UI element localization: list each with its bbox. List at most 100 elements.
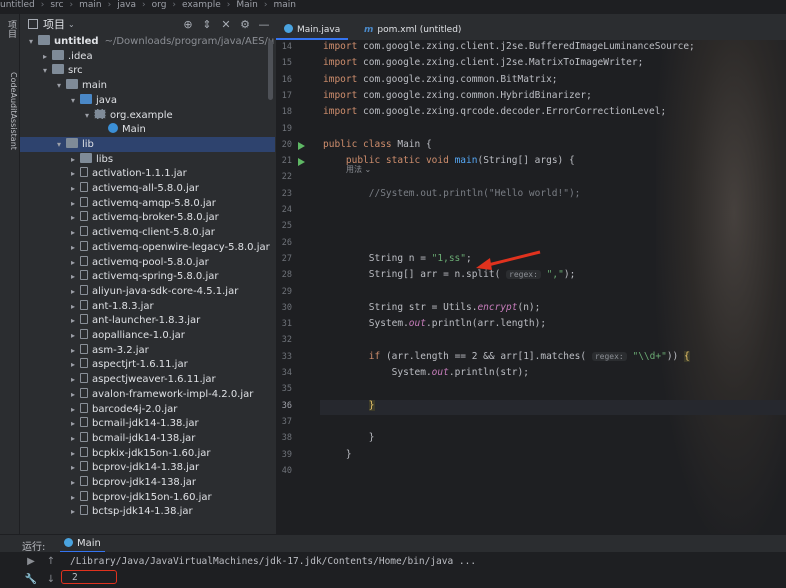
chevron-down-icon[interactable]: ▾ bbox=[54, 78, 64, 93]
tree-item[interactable]: ▸ ant-launcher-1.8.3.jar bbox=[20, 313, 275, 328]
tree-item[interactable]: ▸ activation-1.1.1.jar bbox=[20, 166, 275, 181]
breadcrumb-item[interactable]: main bbox=[79, 0, 102, 10]
project-tool-tab[interactable]: 项目 bbox=[1, 20, 18, 38]
code-line[interactable]: import com.google.zxing.qrcode.decoder.E… bbox=[323, 106, 666, 117]
chevron-right-icon[interactable]: ▸ bbox=[68, 416, 78, 431]
tree-item[interactable]: ▸ bcmail-jdk14-138.jar bbox=[20, 431, 275, 446]
chevron-right-icon[interactable]: ▸ bbox=[68, 343, 78, 358]
tree-item[interactable]: ▸ activemq-amqp-5.8.0.jar bbox=[20, 196, 275, 211]
code-line[interactable]: import com.google.zxing.client.j2se.Buff… bbox=[323, 41, 695, 52]
chevron-down-icon[interactable]: ▾ bbox=[54, 137, 64, 152]
code-line[interactable]: System.out.println(str); bbox=[323, 367, 529, 378]
tree-item[interactable]: ▸ bcpkix-jdk15on-1.60.jar bbox=[20, 446, 275, 461]
code-line[interactable]: //System.out.println("Hello world!"); bbox=[323, 188, 581, 199]
tree-item[interactable]: ▸ activemq-openwire-legacy-5.8.0.jar bbox=[20, 240, 275, 255]
run-console[interactable]: ▶ ↑ 🔧 ↓ /Library/Java/JavaVirtualMachine… bbox=[0, 552, 786, 588]
usage-hint[interactable]: 用法 ⌄ bbox=[346, 164, 371, 175]
breadcrumb-item[interactable]: java bbox=[117, 0, 136, 10]
tree-item[interactable]: ▸ activemq-all-5.8.0.jar bbox=[20, 181, 275, 196]
project-scrollbar[interactable] bbox=[268, 40, 273, 100]
tree-item[interactable]: ▸ bctsp-jdk14-1.38.jar bbox=[20, 504, 275, 519]
wrench-icon[interactable]: 🔧 bbox=[24, 574, 38, 585]
scroll-down-icon[interactable]: ↓ bbox=[44, 574, 58, 585]
tree-item[interactable]: Main bbox=[20, 122, 275, 137]
chevron-right-icon[interactable]: ▸ bbox=[68, 313, 78, 328]
code-line[interactable]: import com.google.zxing.common.BitMatrix… bbox=[323, 74, 558, 85]
project-panel-title[interactable]: 项目 bbox=[43, 16, 65, 32]
tree-item[interactable]: ▾ lib bbox=[20, 136, 275, 152]
breadcrumb-item[interactable]: untitled bbox=[0, 0, 35, 10]
chevron-right-icon[interactable]: ▸ bbox=[68, 328, 78, 343]
chevron-right-icon[interactable]: ▸ bbox=[68, 387, 78, 402]
tree-item[interactable]: ▸ bcmail-jdk14-1.38.jar bbox=[20, 416, 275, 431]
tree-item[interactable]: ▸ activemq-broker-5.8.0.jar bbox=[20, 210, 275, 225]
chevron-right-icon[interactable]: ▸ bbox=[68, 152, 78, 167]
tree-item[interactable]: ▸ aopalliance-1.0.jar bbox=[20, 328, 275, 343]
chevron-right-icon[interactable]: ▸ bbox=[68, 240, 78, 255]
code-line[interactable]: import com.google.zxing.client.j2se.Matr… bbox=[323, 57, 643, 68]
tree-item[interactable]: ▾ main bbox=[20, 78, 275, 93]
breadcrumb-item[interactable]: main bbox=[274, 0, 297, 10]
tree-item[interactable]: ▸ activemq-pool-5.8.0.jar bbox=[20, 255, 275, 270]
code-editor[interactable]: 14 15 16 17 18 19 20 21 22 23 24 25 26 27 28 29 30 31 32 33… bbox=[276, 40, 786, 534]
chevron-right-icon[interactable]: ▸ bbox=[68, 372, 78, 387]
run-gutter-icon[interactable] bbox=[298, 158, 305, 167]
tab-main-java[interactable]: Main.java bbox=[276, 20, 349, 40]
code-line[interactable]: String n = "1,ss"; bbox=[323, 253, 472, 264]
chevron-down-icon[interactable]: ▾ bbox=[68, 93, 78, 108]
chevron-right-icon[interactable]: ▸ bbox=[68, 284, 78, 299]
breadcrumb-item[interactable]: example bbox=[182, 0, 221, 10]
chevron-right-icon[interactable]: ▸ bbox=[68, 490, 78, 505]
collapse-icon[interactable]: ⇕ bbox=[199, 18, 215, 31]
chevron-right-icon[interactable]: ▸ bbox=[68, 357, 78, 372]
code-line[interactable]: String str = Utils.encrypt(n); bbox=[323, 302, 541, 313]
chevron-right-icon[interactable]: ▸ bbox=[68, 431, 78, 446]
close-icon[interactable]: ✕ bbox=[218, 18, 234, 31]
code-line[interactable]: } bbox=[323, 449, 352, 460]
gear-icon[interactable]: ⚙ bbox=[237, 18, 253, 31]
tree-item[interactable]: ▸ aspectjweaver-1.6.11.jar bbox=[20, 372, 275, 387]
tree-item[interactable]: ▸ bcprov-jdk14-138.jar bbox=[20, 475, 275, 490]
tree-item[interactable]: ▾ src bbox=[20, 63, 275, 78]
code-audit-assistant-tab[interactable]: CodeAuditAssistant bbox=[1, 72, 18, 150]
chevron-right-icon[interactable]: ▸ bbox=[68, 196, 78, 211]
scroll-up-icon[interactable]: ↑ bbox=[44, 556, 58, 567]
chevron-right-icon[interactable]: ▸ bbox=[40, 49, 50, 64]
chevron-right-icon[interactable]: ▸ bbox=[68, 181, 78, 196]
run-tab-main[interactable]: Main bbox=[60, 535, 105, 553]
chevron-right-icon[interactable]: ▸ bbox=[68, 402, 78, 417]
tree-item[interactable]: ▸ aliyun-java-sdk-core-4.5.1.jar bbox=[20, 284, 275, 299]
tree-item[interactable]: ▸ .idea bbox=[20, 49, 275, 64]
chevron-right-icon[interactable]: ▸ bbox=[68, 460, 78, 475]
tree-item[interactable]: ▸ libs bbox=[20, 152, 275, 167]
chevron-down-icon[interactable]: ▾ bbox=[82, 108, 92, 123]
chevron-right-icon[interactable]: ▸ bbox=[68, 166, 78, 181]
tree-item[interactable]: ▸ avalon-framework-impl-4.2.0.jar bbox=[20, 387, 275, 402]
code-line[interactable]: } bbox=[323, 399, 375, 411]
view-dropdown-icon[interactable]: ⌄ bbox=[68, 20, 75, 29]
chevron-right-icon[interactable]: ▸ bbox=[68, 225, 78, 240]
tree-item[interactable]: ▸ asm-3.2.jar bbox=[20, 343, 275, 358]
tree-item[interactable]: ▸ bcprov-jdk14-1.38.jar bbox=[20, 460, 275, 475]
code-line[interactable]: public class Main { bbox=[323, 139, 432, 150]
code-line[interactable]: import com.google.zxing.common.HybridBin… bbox=[323, 90, 592, 101]
chevron-down-icon[interactable]: ▾ bbox=[26, 34, 36, 49]
chevron-down-icon[interactable]: ▾ bbox=[40, 63, 50, 78]
breadcrumb-item[interactable]: Main bbox=[236, 0, 258, 10]
tree-item[interactable]: ▸ activemq-spring-5.8.0.jar bbox=[20, 269, 275, 284]
tree-item[interactable]: ▸ ant-1.8.3.jar bbox=[20, 299, 275, 314]
chevron-right-icon[interactable]: ▸ bbox=[68, 475, 78, 490]
locate-icon[interactable]: ⊕ bbox=[180, 18, 196, 31]
breadcrumb-item[interactable]: org bbox=[152, 0, 167, 10]
tree-item[interactable]: ▸ barcode4j-2.0.jar bbox=[20, 402, 275, 417]
breadcrumb-item[interactable]: src bbox=[50, 0, 63, 10]
rerun-icon[interactable]: ▶ bbox=[24, 556, 38, 567]
code-line[interactable]: } bbox=[323, 432, 375, 443]
tree-item[interactable]: ▾ org.example bbox=[20, 108, 275, 123]
tree-item[interactable]: ▾ untitled ~/Downloads/program/java/AES/un… bbox=[20, 34, 275, 49]
tree-item[interactable]: ▸ aspectjrt-1.6.11.jar bbox=[20, 357, 275, 372]
chevron-right-icon[interactable]: ▸ bbox=[68, 446, 78, 461]
chevron-right-icon[interactable]: ▸ bbox=[68, 255, 78, 270]
chevron-right-icon[interactable]: ▸ bbox=[68, 210, 78, 225]
code-line[interactable]: if (arr.length == 2 && arr[1].matches( r… bbox=[323, 350, 690, 362]
